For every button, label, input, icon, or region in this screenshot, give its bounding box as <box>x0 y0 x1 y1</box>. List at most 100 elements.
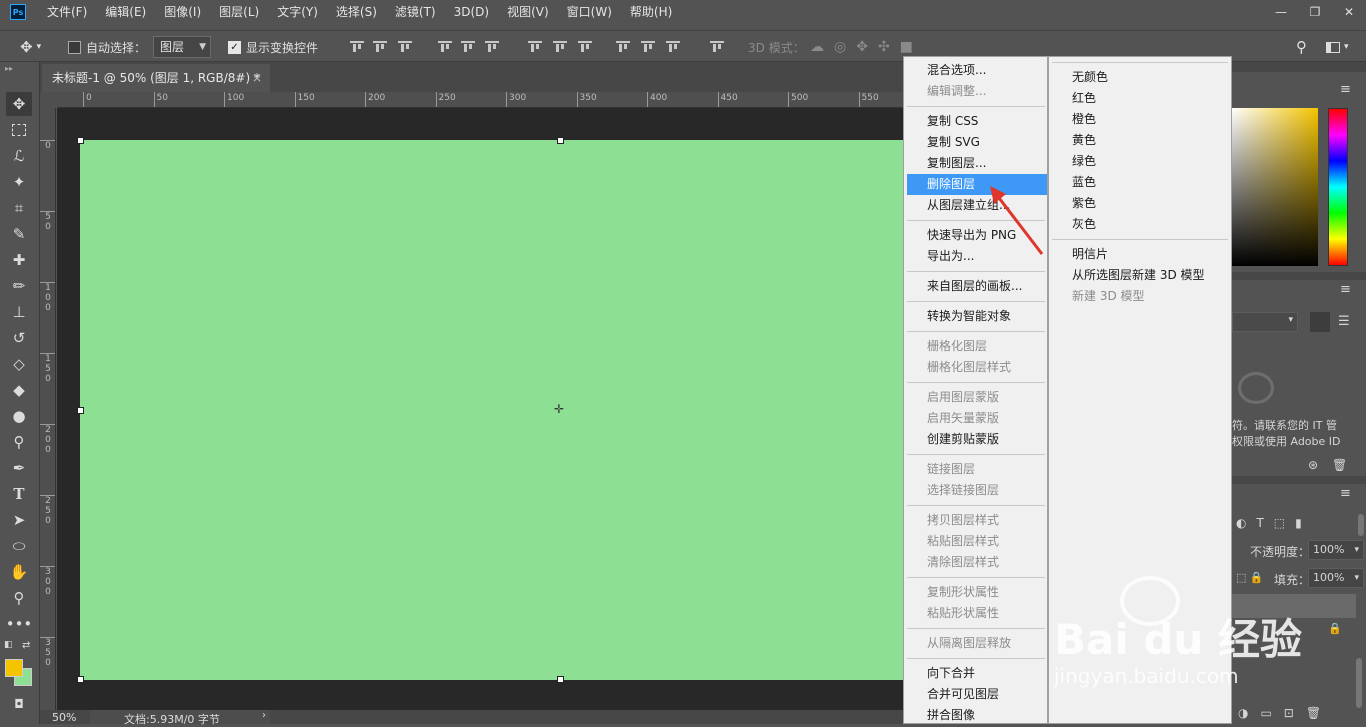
align-icon[interactable] <box>666 41 680 53</box>
healing-brush-tool-icon[interactable]: ✚ <box>6 248 32 272</box>
filter-toggle[interactable] <box>1358 514 1364 536</box>
fill-input[interactable]: 100% ▾ <box>1308 568 1364 588</box>
zoom-tool-icon[interactable]: ⚲ <box>6 586 32 610</box>
type-tool-icon[interactable]: T <box>6 482 32 506</box>
layers-scrollbar[interactable] <box>1356 658 1362 708</box>
quick-mask-icon[interactable]: ◘ <box>6 692 32 716</box>
transform-handle[interactable] <box>77 676 84 683</box>
context-menu-item[interactable]: 橙色 <box>1052 109 1230 130</box>
list-view-icon[interactable]: ☰ <box>1338 314 1350 329</box>
menu-item[interactable]: 文件(F) <box>38 0 96 24</box>
restore-button[interactable]: ❐ <box>1298 0 1332 24</box>
minimize-button[interactable]: — <box>1264 0 1298 24</box>
context-menu-item[interactable]: 转换为智能对象 <box>907 306 1047 327</box>
workspace-icon[interactable]: ▾ <box>1326 31 1349 63</box>
close-button[interactable]: ✕ <box>1332 0 1366 24</box>
align-icon[interactable] <box>710 41 724 53</box>
align-icon[interactable] <box>461 41 475 53</box>
menu-item[interactable]: 图层(L) <box>210 0 268 24</box>
menu-item[interactable]: 滤镜(T) <box>386 0 445 24</box>
context-menu-item[interactable]: 从所选图层新建 3D 模型 <box>1052 265 1230 286</box>
history-brush-tool-icon[interactable]: ↺ <box>6 326 32 350</box>
panel-menu-icon[interactable]: ≡ <box>1340 82 1351 97</box>
context-menu-item[interactable]: 无颜色 <box>1052 67 1230 88</box>
zoom-level[interactable]: 50% <box>52 711 76 724</box>
layer-filter-icons[interactable]: ◐T⬚▮ <box>1236 516 1312 530</box>
layer-rectangle[interactable] <box>80 140 910 680</box>
align-icon[interactable] <box>438 41 452 53</box>
transform-handle[interactable] <box>77 407 84 414</box>
menu-item[interactable]: 窗口(W) <box>558 0 621 24</box>
context-menu-item[interactable]: 明信片 <box>1052 244 1230 265</box>
menu-item[interactable]: 编辑(E) <box>96 0 155 24</box>
dodge-tool-icon[interactable]: ⚲ <box>6 430 32 454</box>
layer-action-icons[interactable]: ◑▭⊡🗑 <box>1238 706 1333 720</box>
swap-colors-icon[interactable]: ⇄ <box>22 640 30 651</box>
align-icon[interactable] <box>528 41 542 53</box>
transform-handle[interactable] <box>557 676 564 683</box>
align-icon[interactable] <box>350 41 364 53</box>
library-select[interactable]: ▾ <box>1232 312 1298 332</box>
canvas-area[interactable]: ✛ <box>57 108 910 710</box>
close-icon[interactable]: × <box>252 64 262 92</box>
grid-view-icon[interactable] <box>1310 312 1330 332</box>
hand-tool-icon[interactable]: ✋ <box>6 560 32 584</box>
auto-select-checkbox[interactable]: 自动选择： <box>68 31 146 63</box>
crop-tool-icon[interactable]: ⌗ <box>6 196 32 220</box>
context-menu-item[interactable]: 复制 SVG <box>907 132 1047 153</box>
menu-item[interactable]: 选择(S) <box>327 0 386 24</box>
menu-item[interactable]: 视图(V) <box>498 0 558 24</box>
panel-menu-icon[interactable]: ≡ <box>1340 282 1351 297</box>
context-menu-item[interactable]: 蓝色 <box>1052 172 1230 193</box>
layer-row-selected[interactable] <box>1232 594 1356 618</box>
align-icon[interactable] <box>485 41 499 53</box>
pen-tool-icon[interactable]: ✒ <box>6 456 32 480</box>
lasso-tool-icon[interactable]: ℒ <box>6 144 32 168</box>
paint-bucket-tool-icon[interactable]: ◆ <box>6 378 32 402</box>
lock-icons[interactable]: ⬚ 🔒 <box>1236 571 1264 584</box>
magic-wand-tool-icon[interactable]: ✦ <box>6 170 32 194</box>
collapse-icon[interactable]: ▸▸ <box>5 64 13 73</box>
menu-item[interactable]: 文字(Y) <box>268 0 327 24</box>
move-tool-icon[interactable]: ✥ <box>6 92 32 116</box>
eraser-tool-icon[interactable]: ◇ <box>6 352 32 376</box>
search-icon[interactable]: ⚲ <box>1296 31 1307 63</box>
context-menu-item[interactable]: 绿色 <box>1052 151 1230 172</box>
panel-menu-icon[interactable]: ≡ <box>1340 486 1351 501</box>
ellipse-tool-icon[interactable]: ⬭ <box>6 534 32 558</box>
align-icon[interactable] <box>398 41 412 53</box>
align-icon[interactable] <box>578 41 592 53</box>
context-menu-item[interactable]: 创建剪贴蒙版 <box>907 429 1047 450</box>
path-selection-tool-icon[interactable]: ➤ <box>6 508 32 532</box>
more-tools-icon[interactable]: ••• <box>6 612 33 636</box>
context-menu-item[interactable]: 复制 CSS <box>907 111 1047 132</box>
blur-tool-icon[interactable]: ● <box>6 404 32 428</box>
transform-handle[interactable] <box>77 137 84 144</box>
menu-item[interactable]: 3D(D) <box>445 0 498 24</box>
marquee-tool-icon[interactable] <box>6 118 32 142</box>
brush-tool-icon[interactable]: ✏ <box>6 274 32 298</box>
eyedropper-tool-icon[interactable]: ✎ <box>6 222 32 246</box>
menu-item[interactable]: 图像(I) <box>155 0 210 24</box>
align-icon[interactable] <box>553 41 567 53</box>
context-menu-item[interactable]: 合并可见图层 <box>907 684 1047 705</box>
context-menu-item[interactable]: 拼合图像 <box>907 705 1047 726</box>
layer-row[interactable]: 🔒 <box>1232 618 1356 642</box>
default-colors-icon[interactable]: ◧ <box>4 640 13 650</box>
move-tool-icon[interactable]: ✥ ▾ <box>20 31 41 63</box>
opacity-input[interactable]: 100% ▾ <box>1308 540 1364 560</box>
show-transform-checkbox[interactable]: ✓ 显示变换控件 <box>228 31 318 63</box>
document-tab[interactable]: 未标题-1 @ 50% (图层 1, RGB/8#) * × <box>42 64 270 92</box>
context-menu-item[interactable]: 黄色 <box>1052 130 1230 151</box>
transform-handle[interactable] <box>557 137 564 144</box>
context-menu-item[interactable]: 紫色 <box>1052 193 1230 214</box>
hue-slider[interactable] <box>1328 108 1348 266</box>
align-icon[interactable] <box>616 41 630 53</box>
context-menu-item[interactable]: 复制图层... <box>907 153 1047 174</box>
context-menu-item[interactable]: 向下合并 <box>907 663 1047 684</box>
trash-icon[interactable]: 🗑 <box>1332 458 1347 472</box>
foreground-color-swatch[interactable] <box>5 659 23 677</box>
cc-sync-icon[interactable]: ⊛ <box>1308 458 1318 472</box>
menu-item[interactable]: 帮助(H) <box>621 0 681 24</box>
align-icon[interactable] <box>641 41 655 53</box>
